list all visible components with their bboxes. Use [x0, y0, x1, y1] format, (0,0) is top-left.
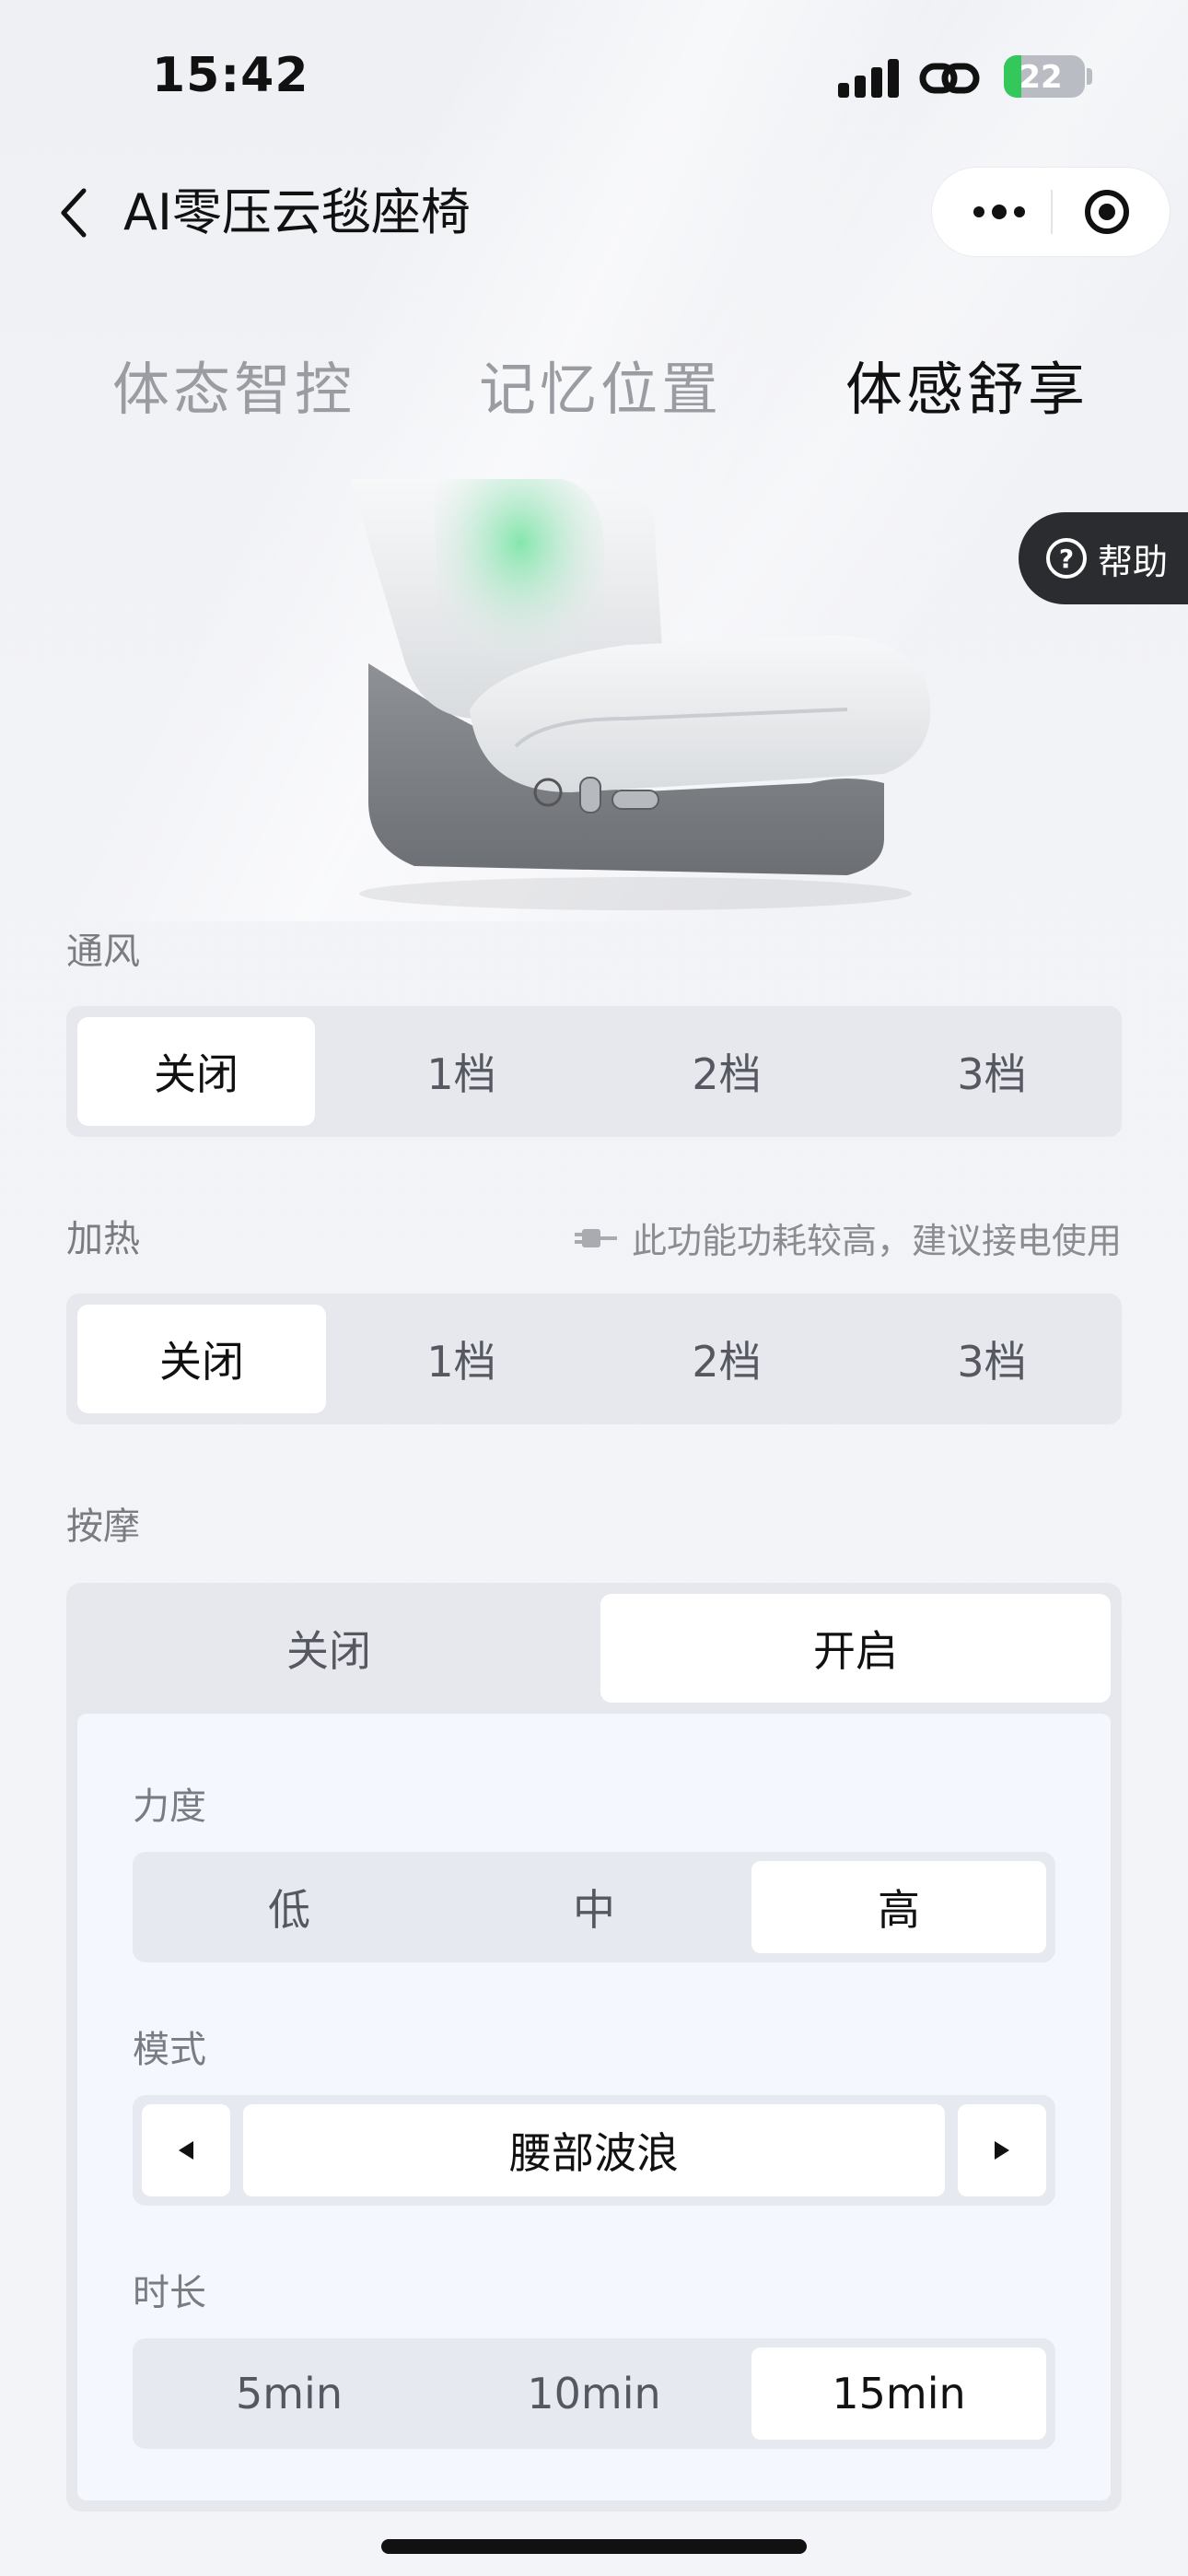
power-notice: 此功能功耗较高，建议接电使用 [573, 1212, 1122, 1263]
heating-option-3[interactable]: 3档 [873, 1305, 1111, 1413]
mini-program-capsule [932, 168, 1170, 256]
plug-icon [574, 1228, 617, 1247]
triangle-left-icon [179, 2141, 193, 2160]
home-indicator [381, 2539, 807, 2554]
back-button[interactable] [46, 181, 101, 245]
mode-selector: 腰部波浪 [133, 2095, 1055, 2206]
massage-option-off[interactable]: 关闭 [77, 1594, 580, 1703]
heating-selector: 关闭 1档 2档 3档 [66, 1294, 1122, 1424]
mode-label: 模式 [133, 2029, 206, 2071]
close-miniprogram-icon[interactable] [1085, 190, 1129, 234]
more-dots-icon [973, 206, 984, 217]
intensity-option-medium[interactable]: 中 [446, 1861, 742, 1953]
help-label: 帮助 [1098, 541, 1169, 582]
duration-label: 时长 [133, 2272, 206, 2314]
more-button[interactable] [958, 168, 1041, 256]
intensity-label: 力度 [133, 1786, 206, 1828]
link-icon [919, 63, 980, 94]
status-bar: 15:42 22 [0, 0, 1188, 157]
ventilation-label: 通风 [66, 931, 140, 973]
status-time: 15:42 [152, 48, 309, 103]
power-notice-text: 此功能功耗较高，建议接电使用 [631, 1221, 1122, 1261]
ventilation-option-2[interactable]: 2档 [608, 1017, 845, 1126]
heating-option-1[interactable]: 1档 [343, 1305, 580, 1413]
intensity-option-high[interactable]: 高 [751, 1861, 1046, 1953]
help-icon: ? [1046, 538, 1087, 579]
duration-selector: 5min 10min 15min [133, 2338, 1055, 2449]
chevron-left-icon [61, 188, 87, 238]
page-title: AI零压云毯座椅 [123, 183, 471, 241]
battery-icon: 22 [1004, 55, 1085, 98]
heating-option-2[interactable]: 2档 [608, 1305, 845, 1413]
massage-label: 按摩 [66, 1505, 140, 1548]
massage-option-on[interactable]: 开启 [600, 1594, 1111, 1703]
ventilation-selector: 关闭 1档 2档 3档 [66, 1006, 1122, 1137]
seat-illustration [350, 479, 931, 910]
tab-bar: 体态智控 记忆位置 体感舒享 [0, 343, 1188, 426]
duration-option-5min[interactable]: 5min [142, 2348, 437, 2440]
triangle-right-icon [995, 2141, 1009, 2160]
duration-option-15min[interactable]: 15min [751, 2348, 1046, 2440]
mode-value: 腰部波浪 [243, 2104, 945, 2196]
massage-settings: 力度 低 中 高 模式 腰部波浪 时长 5min 10min 15min [77, 1714, 1111, 2500]
mode-prev-button[interactable] [142, 2104, 230, 2196]
cellular-signal-icon [838, 59, 899, 98]
intensity-option-low[interactable]: 低 [142, 1861, 437, 1953]
tab-posture-control[interactable]: 体态智控 [112, 343, 355, 426]
heating-label: 加热 [66, 1218, 140, 1260]
tab-comfort[interactable]: 体感舒享 [845, 343, 1089, 426]
duration-option-10min[interactable]: 10min [446, 2348, 742, 2440]
mode-next-button[interactable] [958, 2104, 1046, 2196]
ventilation-option-1[interactable]: 1档 [343, 1017, 580, 1126]
massage-panel: 关闭 开启 力度 低 中 高 模式 腰部波浪 时长 5min 10min 15m… [66, 1583, 1122, 2512]
help-button[interactable]: ? 帮助 [1019, 512, 1188, 604]
tab-memory-position[interactable]: 记忆位置 [479, 343, 722, 426]
heating-option-off[interactable]: 关闭 [77, 1305, 326, 1413]
intensity-selector: 低 中 高 [133, 1852, 1055, 1962]
battery-level: 22 [1019, 59, 1063, 96]
ventilation-option-3[interactable]: 3档 [873, 1017, 1111, 1126]
ventilation-option-off[interactable]: 关闭 [77, 1017, 315, 1126]
